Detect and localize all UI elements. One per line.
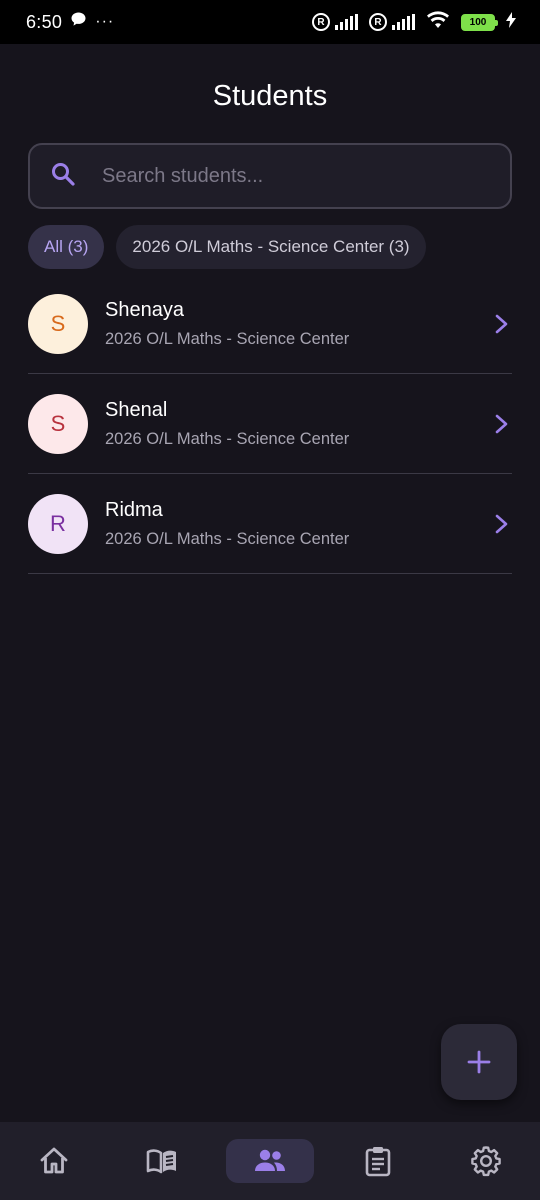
nav-item-home[interactable]: [0, 1122, 108, 1200]
avatar: S: [28, 293, 88, 354]
book-icon: [146, 1149, 176, 1174]
gear-icon: [471, 1146, 501, 1177]
student-row[interactable]: S Shenaya 2026 O/L Maths - Science Cente…: [28, 274, 512, 374]
chevron-right-icon: [495, 514, 508, 533]
more-notifications-icon: ···: [95, 13, 115, 30]
student-name: Ridma: [105, 498, 163, 521]
battery-icon: 100: [461, 13, 498, 31]
student-name: Shenaya: [105, 298, 184, 321]
status-left: 6:50 ···: [26, 11, 114, 33]
plus-icon: [467, 1050, 491, 1074]
search-icon: [50, 161, 76, 192]
add-student-button[interactable]: [441, 1024, 517, 1100]
student-class: 2026 O/L Maths - Science Center: [105, 429, 350, 448]
search-bar[interactable]: [28, 143, 512, 209]
registered-icon: R: [312, 13, 330, 31]
students-screen: 6:50 ··· R R 100 Students Search student…: [0, 0, 540, 1200]
nav-item-reports[interactable]: [324, 1122, 432, 1200]
student-row[interactable]: R Ridma 2026 O/L Maths - Science Center: [28, 474, 512, 574]
student-class: 2026 O/L Maths - Science Center: [105, 329, 350, 348]
status-icons: R R 100: [312, 10, 516, 34]
filter-chip-class[interactable]: 2026 O/L Maths - Science Center (3): [116, 225, 426, 269]
nav-item-students[interactable]: [216, 1122, 324, 1200]
people-icon: [255, 1149, 285, 1171]
chat-bubble-icon: [70, 11, 87, 33]
charging-icon: [506, 11, 516, 33]
wifi-icon: [426, 10, 450, 34]
student-info: Shenal 2026 O/L Maths - Science Center: [105, 399, 490, 449]
student-info: Ridma 2026 O/L Maths - Science Center: [105, 499, 490, 549]
page-title: Students: [212, 80, 328, 112]
student-row[interactable]: S Shenal 2026 O/L Maths - Science Center: [28, 374, 512, 474]
signal-icon: [392, 14, 415, 30]
nav-item-settings[interactable]: [432, 1122, 540, 1200]
student-info: Shenaya 2026 O/L Maths - Science Center: [105, 299, 490, 349]
clipboard-icon: [365, 1147, 391, 1177]
avatar: S: [28, 393, 88, 454]
student-list: S Shenaya 2026 O/L Maths - Science Cente…: [28, 274, 512, 574]
student-name: Shenal: [105, 398, 168, 421]
bottom-nav: [0, 1122, 540, 1200]
search-input[interactable]: [102, 164, 482, 188]
signal-icon: [335, 14, 358, 30]
chevron-right-icon: [495, 414, 508, 433]
status-time: 6:50: [26, 11, 63, 32]
chevron-right-icon: [495, 314, 508, 333]
filter-chips: All (3) 2026 O/L Maths - Science Center …: [28, 225, 426, 269]
home-icon: [40, 1147, 68, 1174]
avatar: R: [28, 493, 88, 554]
filter-chip-all[interactable]: All (3): [28, 225, 105, 269]
registered-icon: R: [369, 13, 387, 31]
nav-item-classes[interactable]: [108, 1122, 216, 1200]
student-class: 2026 O/L Maths - Science Center: [105, 529, 350, 548]
status-bar: 6:50 ··· R R 100: [0, 0, 540, 44]
